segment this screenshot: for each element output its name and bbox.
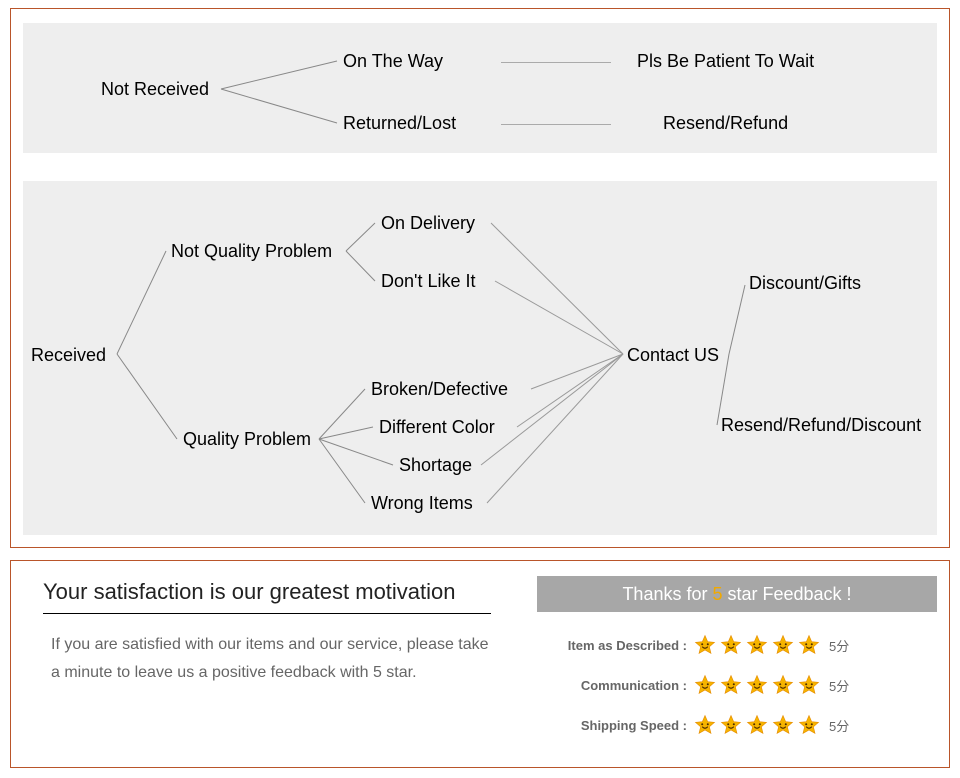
star-icon xyxy=(719,713,743,737)
received-box xyxy=(23,181,937,535)
feedback-headline: Your satisfaction is our greatest motiva… xyxy=(43,579,491,614)
node-diff-color: Different Color xyxy=(379,417,495,438)
rating-stars-0 xyxy=(693,633,821,657)
star-icon xyxy=(693,633,717,657)
rating-row-2: Shipping Speed : 5分 xyxy=(537,713,937,737)
node-wait: Pls Be Patient To Wait xyxy=(637,51,814,72)
feedback-panel: Your satisfaction is our greatest motiva… xyxy=(10,560,950,768)
node-not-received: Not Received xyxy=(101,79,209,100)
node-contact-us: Contact US xyxy=(627,345,719,366)
rating-score-1: 5分 xyxy=(829,676,849,695)
node-shortage: Shortage xyxy=(399,455,472,476)
star-icon xyxy=(693,673,717,697)
feedback-subtext: If you are satisfied with our items and … xyxy=(51,631,491,687)
star-icon xyxy=(693,713,717,737)
star-icon xyxy=(745,673,769,697)
hl-ontheway xyxy=(501,62,611,63)
node-nqp: Not Quality Problem xyxy=(171,241,332,262)
rating-row-0: Item as Described : 5分 xyxy=(537,633,937,657)
star-icon xyxy=(745,713,769,737)
node-broken: Broken/Defective xyxy=(371,379,508,400)
node-on-delivery: On Delivery xyxy=(381,213,475,234)
star-icon xyxy=(719,633,743,657)
rating-score-0: 5分 xyxy=(829,636,849,655)
rating-stars-1 xyxy=(693,673,821,697)
star-icon xyxy=(797,673,821,697)
node-returned-lost: Returned/Lost xyxy=(343,113,456,134)
star-icon xyxy=(797,713,821,737)
node-resend-refund: Resend/Refund xyxy=(663,113,788,134)
hl-returned xyxy=(501,124,611,125)
rating-label-0: Item as Described : xyxy=(537,638,693,653)
rating-row-1: Communication : 5分 xyxy=(537,673,937,697)
node-discount-gifts: Discount/Gifts xyxy=(749,273,861,294)
node-resend-refund-discount: Resend/Refund/Discount xyxy=(721,415,921,436)
star-icon xyxy=(771,633,795,657)
rating-stars-2 xyxy=(693,713,821,737)
star-icon xyxy=(745,633,769,657)
node-qp: Quality Problem xyxy=(183,429,311,450)
star-icon xyxy=(771,673,795,697)
node-dont-like: Don't Like It xyxy=(381,271,475,292)
star-icon xyxy=(719,673,743,697)
page-root: Not Received On The Way Returned/Lost Pl… xyxy=(0,0,960,778)
rating-label-1: Communication : xyxy=(537,678,693,693)
thanks-bar: Thanks for 5 star Feedback ! xyxy=(537,576,937,612)
thanks-pre: Thanks for xyxy=(622,584,712,604)
decision-panel: Not Received On The Way Returned/Lost Pl… xyxy=(10,8,950,548)
node-received: Received xyxy=(31,345,106,366)
thanks-five: 5 xyxy=(712,584,722,604)
rating-score-2: 5分 xyxy=(829,716,849,735)
node-wrong: Wrong Items xyxy=(371,493,473,514)
thanks-post: star Feedback ! xyxy=(723,584,852,604)
node-on-the-way: On The Way xyxy=(343,51,443,72)
rating-label-2: Shipping Speed : xyxy=(537,718,693,733)
star-icon xyxy=(797,633,821,657)
star-icon xyxy=(771,713,795,737)
